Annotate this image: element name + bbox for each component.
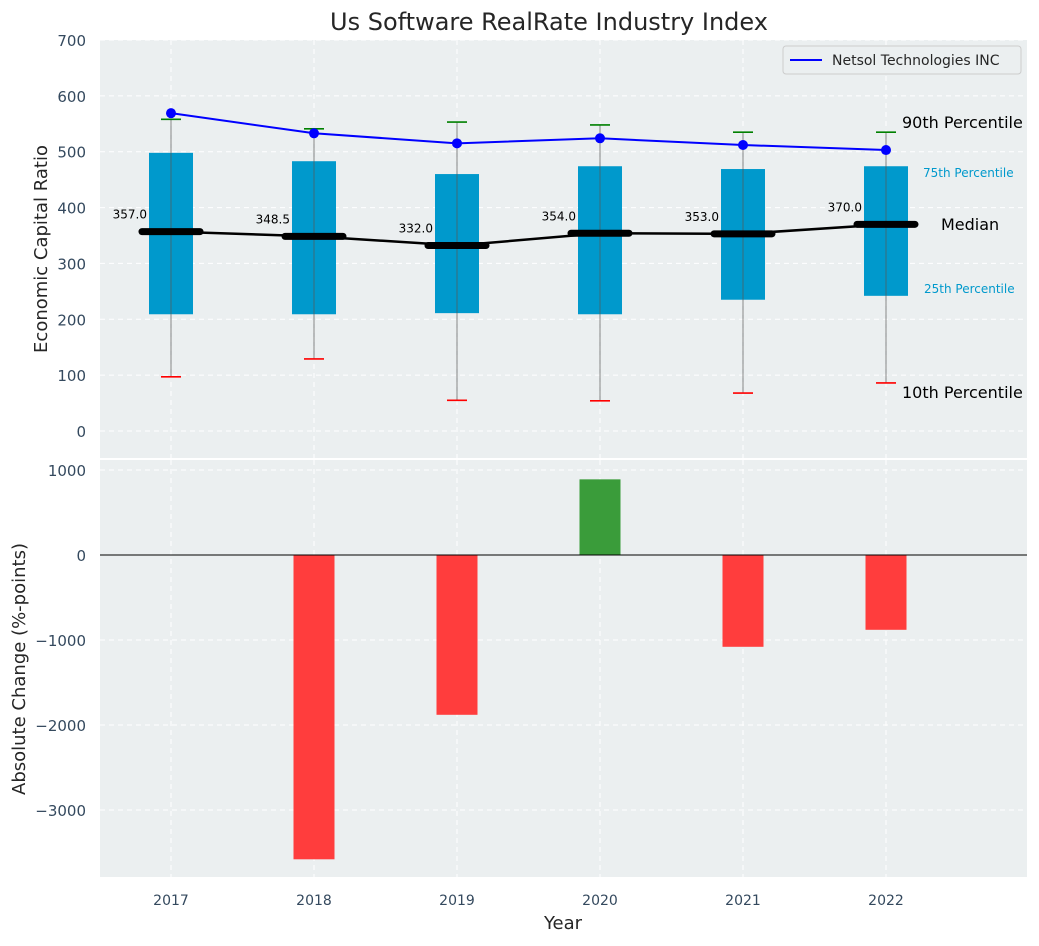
y-tick-label: −2000 [35,717,86,735]
bottom-y-axis-label: Absolute Change (%-points) [9,543,30,795]
change-bar [436,555,478,715]
y-tick-label: 100 [57,367,86,385]
x-tick-label: 2017 [153,893,189,909]
x-axis-label: Year [543,913,583,934]
legend: Netsol Technologies INC [782,45,1022,75]
median-value-label: 332.0 [399,222,433,236]
y-tick-label: 200 [57,311,86,329]
company-point [452,138,462,149]
company-point [166,108,176,119]
company-point [309,128,319,139]
x-tick-label: 2018 [296,893,332,909]
median-value-label: 354.0 [542,209,576,223]
y-tick-label: −3000 [35,802,86,820]
annotation-p25: 25th Percentile [924,282,1015,296]
y-tick-label: −1000 [35,632,86,650]
legend-label: Netsol Technologies INC [832,53,1000,69]
chart-title: Us Software RealRate Industry Index [330,8,768,36]
company-point [881,145,891,156]
y-tick-label: 700 [57,32,86,50]
y-tick-label: 0 [76,423,86,441]
x-tick-label: 2022 [868,893,904,909]
x-tick-label: 2020 [582,893,618,909]
annotation-median: Median [941,215,999,234]
annotation-p75: 75th Percentile [923,166,1014,180]
top-panel: 0 100 200 300 400 500 600 700 357.0 348.5 332.0 354… [57,32,1027,458]
change-bar [865,555,907,630]
y-tick-label: 400 [57,200,86,218]
x-tick-label: 2019 [439,893,475,909]
y-tick-label: 600 [57,88,86,106]
median-value-label: 370.0 [828,200,862,214]
company-point [738,140,748,151]
annotation-p90: 90th Percentile [902,113,1023,132]
median-value-label: 348.5 [256,212,290,226]
plot-background [100,460,1027,877]
median-value-label: 353.0 [685,210,719,224]
change-bar [722,555,764,647]
median-value-label: 357.0 [113,208,147,222]
company-point [595,133,605,144]
y-tick-label: 1000 [48,462,86,480]
y-tick-label: 300 [57,255,86,273]
top-y-axis-label: Economic Capital Ratio [31,145,52,353]
y-tick-label: 0 [76,547,86,565]
y-tick-label: 500 [57,144,86,162]
chart: Us Software RealRate Industry Index 0 100… [9,8,1027,934]
change-bar [579,479,621,555]
x-tick-label: 2021 [725,893,761,909]
bottom-panel: −3000 −2000 −1000 0 1000 2017 2018 2019 2020 2021… [35,460,1027,909]
change-bar [293,555,335,860]
annotation-p10: 10th Percentile [902,383,1023,402]
